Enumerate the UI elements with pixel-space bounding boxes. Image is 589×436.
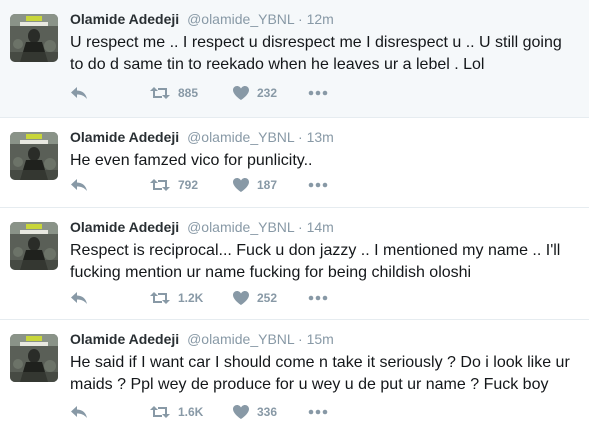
retweet-button[interactable]: 1.2K — [150, 288, 203, 308]
retweet-count: 1.2K — [178, 291, 204, 305]
retweet-count: 885 — [178, 86, 199, 100]
timestamp[interactable]: 12m — [307, 11, 334, 27]
like-count: 187 — [257, 178, 278, 192]
retweet-button[interactable]: 885 — [150, 83, 198, 103]
more-icon — [308, 295, 328, 301]
tweet-actions: 1.2K 252 — [70, 288, 370, 308]
like-button[interactable]: 336 — [233, 402, 277, 422]
retweet-button[interactable]: 792 — [150, 175, 198, 195]
heart-icon — [233, 291, 249, 305]
tweet-actions: 885 232 — [70, 83, 370, 103]
retweet-icon — [150, 406, 170, 418]
avatar-image — [10, 334, 58, 382]
tweet-header: Olamide Adedeji @olamide_YBNL · 14m — [70, 219, 334, 235]
reply-button[interactable] — [70, 83, 88, 103]
avatar[interactable] — [10, 132, 58, 180]
like-button[interactable]: 232 — [233, 83, 277, 103]
retweet-icon — [150, 179, 170, 191]
timestamp[interactable]: 13m — [307, 129, 334, 145]
separator: · — [298, 219, 303, 235]
retweet-button[interactable]: 1.6K — [150, 402, 203, 422]
author-handle[interactable]: @olamide_YBNL — [187, 129, 294, 145]
more-icon — [308, 409, 328, 415]
tweet-header: Olamide Adedeji @olamide_YBNL · 13m — [70, 129, 334, 145]
author-handle[interactable]: @olamide_YBNL — [187, 11, 294, 27]
more-button[interactable] — [308, 83, 328, 103]
like-count: 336 — [257, 405, 278, 419]
retweet-icon — [150, 87, 170, 99]
reply-button[interactable] — [70, 288, 88, 308]
heart-icon — [233, 178, 249, 192]
heart-icon — [233, 86, 249, 100]
tweet-actions: 1.6K 336 — [70, 402, 370, 422]
tweet-text: Respect is reciprocal... Fuck u don jazz… — [70, 242, 561, 281]
retweet-count: 1.6K — [178, 405, 204, 419]
separator: · — [298, 11, 303, 27]
author-name[interactable]: Olamide Adedeji — [70, 129, 179, 145]
tweet-actions: 792 187 — [70, 175, 370, 195]
reply-button[interactable] — [70, 402, 88, 422]
more-button[interactable] — [308, 402, 328, 422]
reply-icon — [71, 179, 87, 191]
author-handle[interactable]: @olamide_YBNL — [187, 219, 294, 235]
tweet-text: He even famzed vico for punlicity.. — [70, 152, 313, 169]
author-handle[interactable]: @olamide_YBNL — [187, 331, 294, 347]
retweet-count: 792 — [178, 178, 199, 192]
avatar-image — [10, 14, 58, 62]
author-name[interactable]: Olamide Adedeji — [70, 331, 179, 347]
avatar-image — [10, 222, 58, 270]
reply-icon — [71, 406, 87, 418]
tweet[interactable]: Olamide Adedeji @olamide_YBNL · 15m He s… — [0, 320, 589, 436]
tweet[interactable]: Olamide Adedeji @olamide_YBNL · 12m U re… — [0, 0, 589, 118]
timestamp[interactable]: 15m — [307, 331, 334, 347]
more-icon — [308, 90, 328, 96]
like-button[interactable]: 252 — [233, 288, 277, 308]
avatar-image — [10, 132, 58, 180]
retweet-icon — [150, 292, 170, 304]
reply-icon — [71, 87, 87, 99]
author-name[interactable]: Olamide Adedeji — [70, 11, 179, 27]
reply-icon — [71, 292, 87, 304]
tweet-header: Olamide Adedeji @olamide_YBNL · 15m — [70, 331, 334, 347]
heart-icon — [233, 405, 249, 419]
tweet-timeline: Olamide Adedeji @olamide_YBNL · 12m U re… — [0, 0, 589, 436]
separator: · — [298, 331, 303, 347]
avatar[interactable] — [10, 334, 58, 382]
tweet-text: U respect me .. I respect u disrespect m… — [70, 34, 562, 73]
more-icon — [308, 182, 328, 188]
avatar[interactable] — [10, 222, 58, 270]
separator: · — [298, 129, 303, 145]
like-button[interactable]: 187 — [233, 175, 277, 195]
like-count: 232 — [257, 86, 278, 100]
tweet-header: Olamide Adedeji @olamide_YBNL · 12m — [70, 11, 334, 27]
tweet[interactable]: Olamide Adedeji @olamide_YBNL · 14m Resp… — [0, 208, 589, 320]
reply-button[interactable] — [70, 175, 88, 195]
more-button[interactable] — [308, 288, 328, 308]
timestamp[interactable]: 14m — [307, 219, 334, 235]
tweet-text: He said if I want car I should come n ta… — [70, 354, 570, 393]
author-name[interactable]: Olamide Adedeji — [70, 219, 179, 235]
like-count: 252 — [257, 291, 278, 305]
tweet[interactable]: Olamide Adedeji @olamide_YBNL · 13m He e… — [0, 118, 589, 208]
avatar[interactable] — [10, 14, 58, 62]
more-button[interactable] — [308, 175, 328, 195]
